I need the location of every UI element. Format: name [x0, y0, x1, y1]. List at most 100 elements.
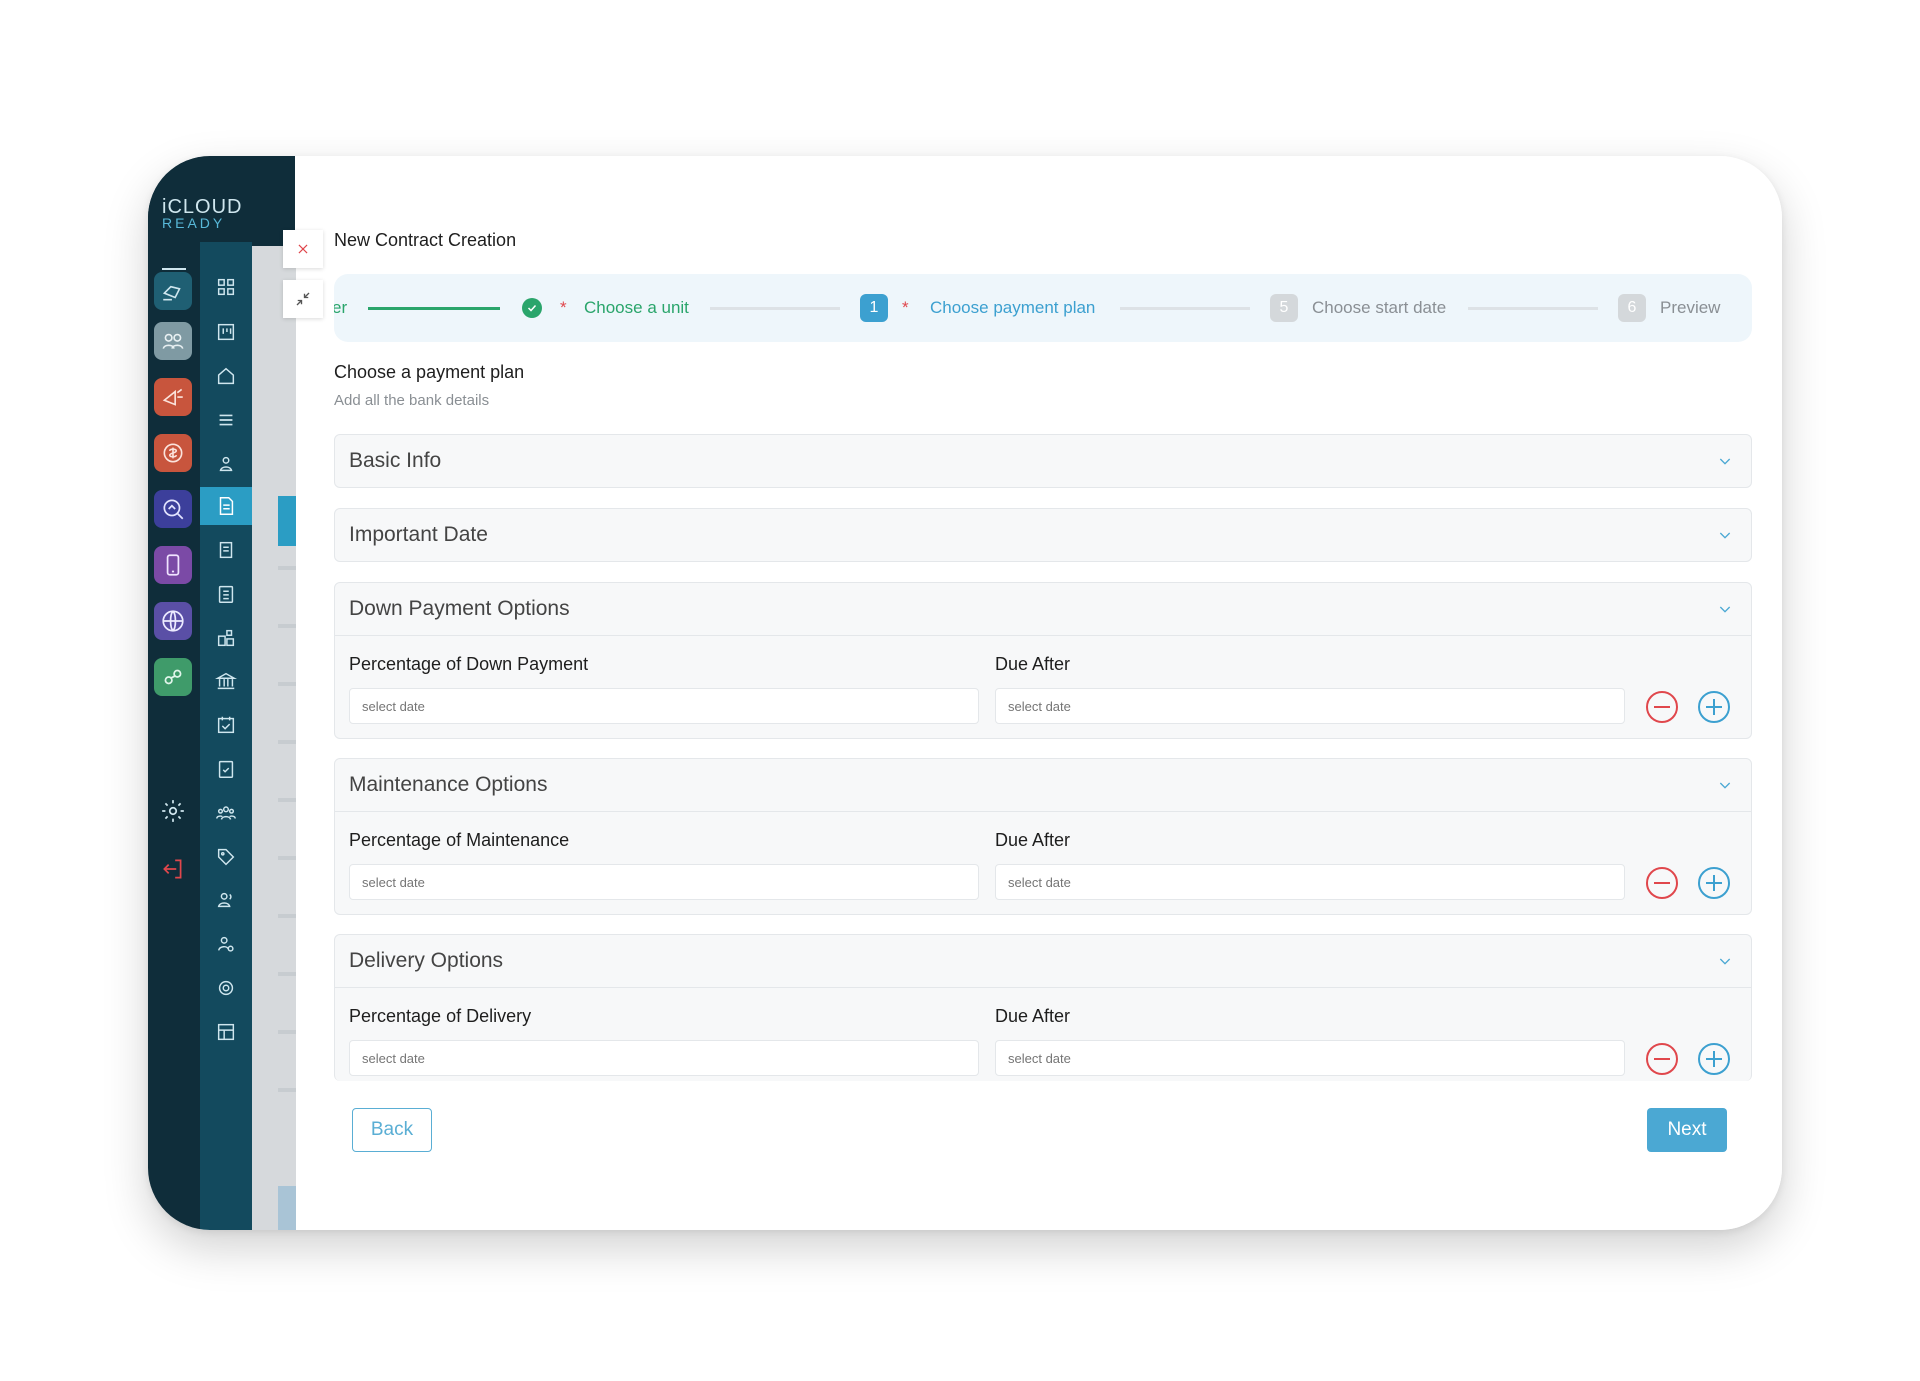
accordion-title: Delivery Options — [349, 949, 504, 972]
modal-title: New Contract Creation — [334, 230, 517, 250]
accordion-title: Maintenance Options — [349, 773, 548, 796]
megaphone-hand-icon[interactable] — [154, 272, 192, 310]
step-previous-label[interactable]: er — [334, 298, 347, 318]
step-connector — [1468, 307, 1598, 310]
close-icon — [298, 244, 308, 254]
tag-icon[interactable] — [200, 838, 252, 876]
settings-gear-icon[interactable] — [154, 792, 192, 830]
background-footer — [278, 1186, 296, 1230]
accordion-title: Important Date — [349, 523, 488, 546]
step-connector-done — [368, 307, 500, 310]
add-circle-icon[interactable] — [1697, 1042, 1731, 1076]
accordion-title: Down Payment Options — [349, 597, 570, 620]
background-row — [278, 914, 296, 918]
step-preview[interactable]: Preview — [1660, 298, 1720, 318]
logo-text-bottom: READY — [162, 215, 226, 231]
group-icon[interactable] — [154, 322, 192, 360]
due-after-label: Due After — [995, 1006, 1071, 1026]
accordion-header[interactable]: Maintenance Options — [335, 759, 1751, 811]
calendar-check-icon[interactable] — [200, 706, 252, 744]
accordion-body: Percentage of Delivery Due After — [335, 987, 1751, 1081]
step-badge: 6 — [1618, 294, 1646, 322]
add-circle-icon[interactable] — [1697, 690, 1731, 724]
background-row — [278, 856, 296, 860]
chevron-down-icon[interactable] — [1717, 777, 1733, 793]
background-row — [278, 624, 296, 628]
maintenance-percentage-input[interactable] — [349, 864, 979, 900]
users-icon[interactable] — [200, 881, 252, 919]
step-choose-unit[interactable]: Choose a unit — [584, 298, 689, 318]
clipboard-list-icon[interactable] — [200, 575, 252, 613]
contract-modal: New Contract Creation er * Choose a unit… — [297, 156, 1782, 1230]
dashboard-grid-icon[interactable] — [200, 268, 252, 306]
accordion-body: Percentage of Down Payment Due After — [335, 635, 1751, 738]
background-row — [278, 1030, 296, 1034]
link-icon[interactable] — [154, 658, 192, 696]
down-payment-due-after-input[interactable] — [995, 688, 1625, 724]
down-payment-percentage-input[interactable] — [349, 688, 979, 724]
user-icon[interactable] — [200, 445, 252, 483]
board-icon[interactable] — [200, 313, 252, 351]
chevron-down-icon[interactable] — [1717, 953, 1733, 969]
app-logo: iCLOUD READY — [162, 196, 244, 232]
due-after-label: Due After — [995, 830, 1071, 850]
chevron-down-icon[interactable] — [1717, 601, 1733, 617]
receipt-icon[interactable] — [200, 531, 252, 569]
due-after-label: Due After — [995, 654, 1071, 674]
section-title: Choose a payment plan — [334, 362, 525, 382]
chevron-down-icon[interactable] — [1717, 527, 1733, 543]
money-icon[interactable] — [154, 434, 192, 472]
search-home-icon[interactable] — [154, 490, 192, 528]
percentage-label: Percentage of Delivery — [349, 1006, 532, 1026]
back-button[interactable]: Back — [352, 1108, 432, 1152]
list-icon[interactable] — [200, 401, 252, 439]
gear-icon[interactable] — [200, 969, 252, 1007]
accordion-body: Percentage of Maintenance Due After — [335, 811, 1751, 914]
step-connector — [1120, 307, 1250, 310]
step-choose-payment-plan[interactable]: Choose payment plan — [930, 298, 1095, 318]
delivery-percentage-input[interactable] — [349, 1040, 979, 1076]
units-blocks-icon[interactable] — [200, 619, 252, 657]
remove-circle-icon[interactable] — [1645, 690, 1679, 724]
background-row — [278, 972, 296, 976]
delivery-due-after-input[interactable] — [995, 1040, 1625, 1076]
step-badge-active: 1 — [860, 294, 888, 322]
accordion-header[interactable]: Important Date — [335, 509, 1751, 561]
stepper: er * Choose a unit 1 * Choose payment pl… — [334, 274, 1752, 342]
collapse-icon — [296, 292, 310, 306]
globe-icon[interactable] — [154, 602, 192, 640]
close-button[interactable] — [283, 230, 323, 268]
user-settings-icon[interactable] — [200, 925, 252, 963]
background-row — [278, 798, 296, 802]
home-icon[interactable] — [200, 357, 252, 395]
background-header — [278, 496, 296, 546]
team-icon[interactable] — [200, 794, 252, 832]
accordion-delivery: Delivery Options Percentage of Delivery … — [334, 934, 1752, 1081]
collapse-button[interactable] — [283, 280, 323, 318]
background-row — [278, 566, 296, 570]
accordion-header[interactable]: Basic Info — [335, 435, 1751, 487]
accordion-header[interactable]: Delivery Options — [335, 935, 1751, 987]
marketing-icon[interactable] — [154, 378, 192, 416]
logout-icon[interactable] — [154, 850, 192, 888]
chevron-down-icon[interactable] — [1717, 453, 1733, 469]
clipboard-check-icon[interactable] — [200, 750, 252, 788]
layout-icon[interactable] — [200, 1013, 252, 1051]
mobile-icon[interactable] — [154, 546, 192, 584]
next-button[interactable]: Next — [1647, 1108, 1727, 1152]
accordion-title: Basic Info — [349, 449, 442, 472]
background-page — [252, 246, 296, 1230]
logo-text-top: iCLOUD — [162, 196, 243, 218]
step-choose-start-date[interactable]: Choose start date — [1312, 298, 1446, 318]
bank-icon[interactable] — [200, 662, 252, 700]
remove-circle-icon[interactable] — [1645, 1042, 1679, 1076]
required-asterisk: * — [560, 298, 567, 317]
maintenance-due-after-input[interactable] — [995, 864, 1625, 900]
section-subtitle: Add all the bank details — [334, 392, 490, 409]
step-badge: 5 — [1270, 294, 1298, 322]
add-circle-icon[interactable] — [1697, 866, 1731, 900]
contract-document-icon[interactable] — [200, 487, 252, 525]
background-row — [278, 1088, 296, 1092]
accordion-header[interactable]: Down Payment Options — [335, 583, 1751, 635]
remove-circle-icon[interactable] — [1645, 866, 1679, 900]
